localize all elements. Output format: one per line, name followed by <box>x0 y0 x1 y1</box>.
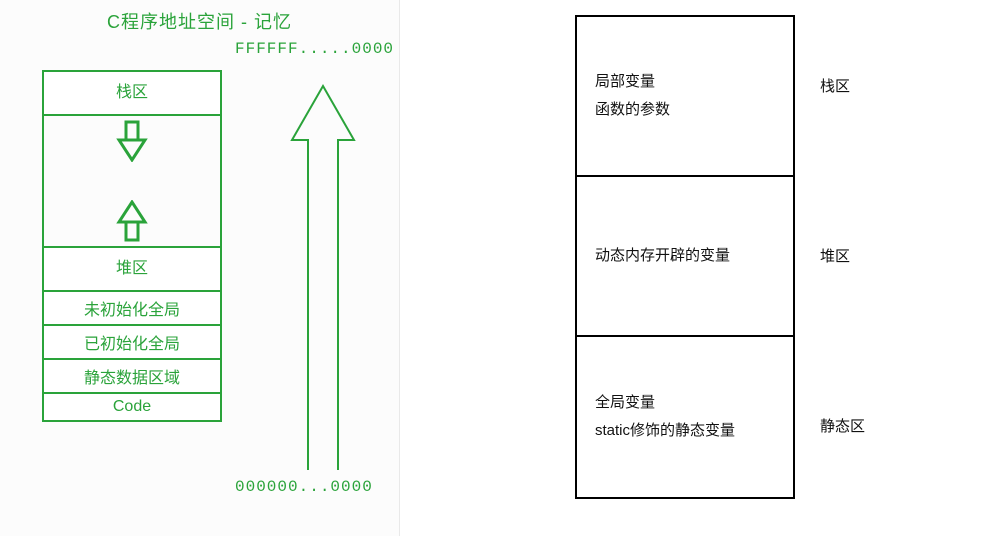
row-label-stack: 栈区 <box>820 75 850 96</box>
segment-data: 已初始化全局 <box>42 324 222 360</box>
row-text: 局部变量 <box>595 68 775 97</box>
row-text: 函数的参数 <box>595 96 775 125</box>
segment-stack: 栈区 <box>42 70 222 116</box>
segment-code: Code <box>42 392 222 422</box>
row-text: 全局变量 <box>595 389 775 418</box>
segment-static: 静态数据区域 <box>42 358 222 394</box>
table-row: 动态内存开辟的变量 <box>577 177 793 337</box>
arrow-down-icon <box>115 120 149 162</box>
segment-bss: 未初始化全局 <box>42 290 222 326</box>
row-label-heap: 堆区 <box>820 245 850 266</box>
table-row: 局部变量 函数的参数 <box>577 17 793 177</box>
region-table: 局部变量 函数的参数 动态内存开辟的变量 全局变量 static修饰的静态变量 <box>575 15 795 499</box>
row-text: static修饰的静态变量 <box>595 417 775 446</box>
low-address-label: 000000...0000 <box>235 478 373 496</box>
memory-region-table: 局部变量 函数的参数 动态内存开辟的变量 全局变量 static修饰的静态变量 … <box>400 0 1000 536</box>
table-row: 全局变量 static修饰的静态变量 <box>577 337 793 497</box>
row-text: 动态内存开辟的变量 <box>595 242 775 271</box>
row-label-static: 静态区 <box>820 415 865 436</box>
stack-heap-gap <box>42 116 222 246</box>
c-memory-diagram: C程序地址空间 - 记忆 FFFFFF.....0000 栈区 堆区 未初始化全… <box>0 0 400 536</box>
address-growth-arrow-icon <box>288 80 358 470</box>
memory-segments: 栈区 堆区 未初始化全局 已初始化全局 静态数据区域 Code <box>42 70 222 422</box>
arrow-up-icon <box>115 200 149 242</box>
segment-heap: 堆区 <box>42 246 222 292</box>
high-address-label: FFFFFF.....0000 <box>235 40 394 58</box>
diagram-title: C程序地址空间 - 记忆 <box>0 0 399 34</box>
